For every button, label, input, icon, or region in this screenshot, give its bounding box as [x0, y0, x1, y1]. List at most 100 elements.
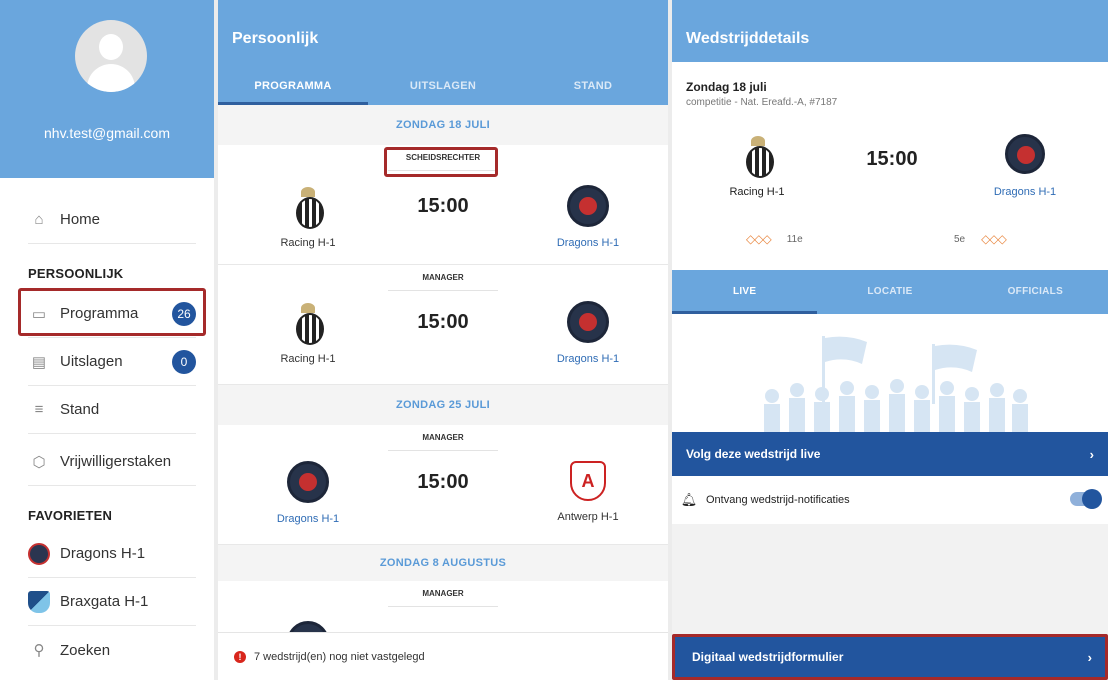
match-role: MANAGER — [388, 589, 498, 607]
app-root: nhv.test@gmail.com ⌂ Home PERSOONLIJK ▭ … — [0, 0, 1108, 680]
match-time: 15:00 — [417, 195, 469, 217]
tab-uitslagen[interactable]: UITSLAGEN — [368, 70, 518, 105]
racing-logo-icon — [287, 185, 329, 229]
page-title: Persoonlijk — [232, 30, 319, 47]
sidebar-item-home[interactable]: ⌂ Home — [28, 196, 196, 244]
sidebar-item-uitslagen[interactable]: ▤ Uitslagen 0 — [28, 338, 196, 386]
details-away-name[interactable]: Dragons H-1 — [970, 186, 1080, 198]
schedule-header: Persoonlijk PROGRAMMA UITSLAGEN STAND — [218, 0, 668, 105]
match-card[interactable]: SCHEIDSRECHTER Racing H-1 15:00 Dragons … — [218, 145, 668, 265]
dragons-logo-icon — [1005, 134, 1045, 174]
unconfirmed-matches-note[interactable]: ! 7 wedstrijd(en) nog niet vastgelegd — [218, 632, 668, 680]
home-team: Racing H-1 — [253, 301, 363, 365]
match-date: Zondag 18 juli — [686, 80, 767, 94]
racing-logo-icon — [287, 301, 329, 345]
sidebar-item-stand[interactable]: ≡ Stand — [28, 386, 196, 434]
home-team-name: Racing H-1 — [280, 353, 336, 365]
match-card[interactable]: MANAGER Dragons H-1 15:00 A Antwerp H-1 — [218, 425, 668, 545]
home-team-name: Racing H-1 — [280, 237, 336, 249]
away-team-name[interactable]: Dragons H-1 — [533, 353, 643, 365]
dragons-logo-icon — [567, 301, 609, 343]
sidebar-item-search[interactable]: ⚲ Zoeken — [28, 626, 196, 674]
sidebar-item-vrijwilligerstaken[interactable]: ⬡ Vrijwilligerstaken — [28, 438, 196, 486]
details-tabs: LIVE LOCATIE OFFICIALS — [672, 270, 1108, 314]
tab-stand[interactable]: STAND — [518, 70, 668, 105]
sidebar-item-braxgata[interactable]: Braxgata H-1 — [28, 578, 196, 626]
bell-icon: 🔔︎ — [680, 492, 698, 507]
details-home-name: Racing H-1 — [729, 186, 785, 198]
sidebar-item-programma[interactable]: ▭ Programma 26 — [28, 290, 196, 338]
calendar-icon: ▭ — [31, 305, 47, 323]
date-header: ZONDAG 8 AUGUSTUS — [379, 557, 507, 569]
sidebar-item-dragons[interactable]: Dragons H-1 — [28, 530, 196, 578]
form-diamonds-icon: ◇◇◇ — [981, 232, 1007, 246]
section-favorites: FAVORIETEN — [28, 508, 113, 523]
user-email: nhv.test@gmail.com — [44, 125, 170, 141]
sidebar-item-label: Zoeken — [60, 641, 111, 659]
avatar-body — [87, 64, 135, 92]
match-details-panel: Wedstrijddetails Zondag 18 juli competit… — [672, 0, 1108, 680]
tab-locatie[interactable]: LOCATIE — [817, 270, 962, 314]
chevron-right-icon: › — [1087, 649, 1092, 665]
away-team-name: Antwerp H-1 — [557, 511, 619, 523]
racing-logo-icon — [737, 134, 777, 178]
crowd-illustration — [672, 314, 1108, 432]
date-header: ZONDAG 18 JULI — [395, 119, 491, 131]
digital-form-label: Digitaal wedstrijdformulier — [692, 650, 844, 664]
match-time: 15:00 — [417, 471, 469, 493]
home-rank-value: 11e — [786, 233, 803, 245]
match-role: MANAGER — [388, 433, 498, 451]
schedule-panel: Persoonlijk PROGRAMMA UITSLAGEN STAND ZO… — [218, 0, 668, 680]
dragons-logo-icon — [567, 185, 609, 227]
details-home-team: Racing H-1 — [702, 134, 812, 198]
schedule-tabs: PROGRAMMA UITSLAGEN STAND — [218, 70, 668, 105]
details-away-team: Dragons H-1 — [970, 134, 1080, 198]
notification-toggle[interactable] — [1070, 489, 1102, 509]
match-time: 15:00 — [417, 311, 469, 333]
dragons-logo-icon — [28, 542, 50, 565]
crowd-icon — [764, 336, 1028, 432]
match-role: SCHEIDSRECHTER — [388, 153, 498, 171]
home-team: Racing H-1 — [253, 185, 363, 249]
digital-form-button[interactable]: Digitaal wedstrijdformulier › — [674, 636, 1106, 678]
section-personal: PERSOONLIJK — [28, 266, 124, 281]
sidebar-item-label: Vrijwilligerstaken — [60, 453, 172, 470]
match-competition: competitie - Nat. Ereafd.-A, #7187 — [686, 97, 838, 108]
notification-label: Ontvang wedstrijd-notificaties — [706, 494, 850, 506]
avatar[interactable] — [75, 20, 147, 92]
match-role: MANAGER — [388, 273, 498, 291]
tab-live[interactable]: LIVE — [672, 270, 818, 314]
away-team-name[interactable]: Dragons H-1 — [533, 237, 643, 249]
tab-officials[interactable]: OFFICIALS — [963, 270, 1108, 314]
sidebar-item-label: Stand — [60, 401, 100, 418]
notification-row: 🔔︎ Ontvang wedstrijd-notificaties — [672, 476, 1108, 524]
match-summary: Zondag 18 juli competitie - Nat. Ereafd.… — [672, 62, 1108, 270]
form-diamonds-icon: ◇◇◇ — [746, 232, 772, 246]
match-card[interactable]: MANAGER Racing H-1 15:00 Dragons H-1 — [218, 265, 668, 385]
follow-live-label: Volg deze wedstrijd live — [686, 447, 821, 461]
sidebar-item-label: Programma — [60, 305, 139, 322]
avatar-head — [99, 34, 123, 60]
uitslagen-count-badge: 0 — [172, 349, 196, 374]
dragons-logo-icon — [287, 461, 329, 503]
away-team: Dragons H-1 — [533, 185, 643, 249]
sidebar-item-label: Braxgata H-1 — [60, 593, 149, 610]
details-header: Wedstrijddetails — [672, 0, 1108, 62]
tab-programma[interactable]: PROGRAMMA — [218, 70, 368, 105]
away-rank: 5e ◇◇◇ — [954, 232, 1007, 246]
antwerp-logo-icon: A — [570, 461, 606, 501]
home-rank: ◇◇◇ 11e — [746, 232, 803, 246]
away-team: A Antwerp H-1 — [533, 461, 643, 523]
list-icon: ≡ — [34, 401, 44, 418]
sidebar-item-label: Uitslagen — [60, 353, 123, 370]
follow-live-button[interactable]: Volg deze wedstrijd live › — [672, 432, 1108, 476]
profile-header: nhv.test@gmail.com — [0, 0, 214, 178]
chevron-right-icon: › — [1089, 446, 1094, 462]
details-match-time: 15:00 — [866, 148, 918, 170]
away-rank-value: 5e — [954, 233, 966, 245]
unconfirmed-matches-text: 7 wedstrijd(en) nog niet vastgelegd — [254, 650, 425, 663]
search-icon: ⚲ — [33, 642, 45, 659]
tag-icon: ⬡ — [32, 453, 46, 471]
home-team-name[interactable]: Dragons H-1 — [253, 513, 363, 525]
sidebar: nhv.test@gmail.com ⌂ Home PERSOONLIJK ▭ … — [0, 0, 214, 680]
